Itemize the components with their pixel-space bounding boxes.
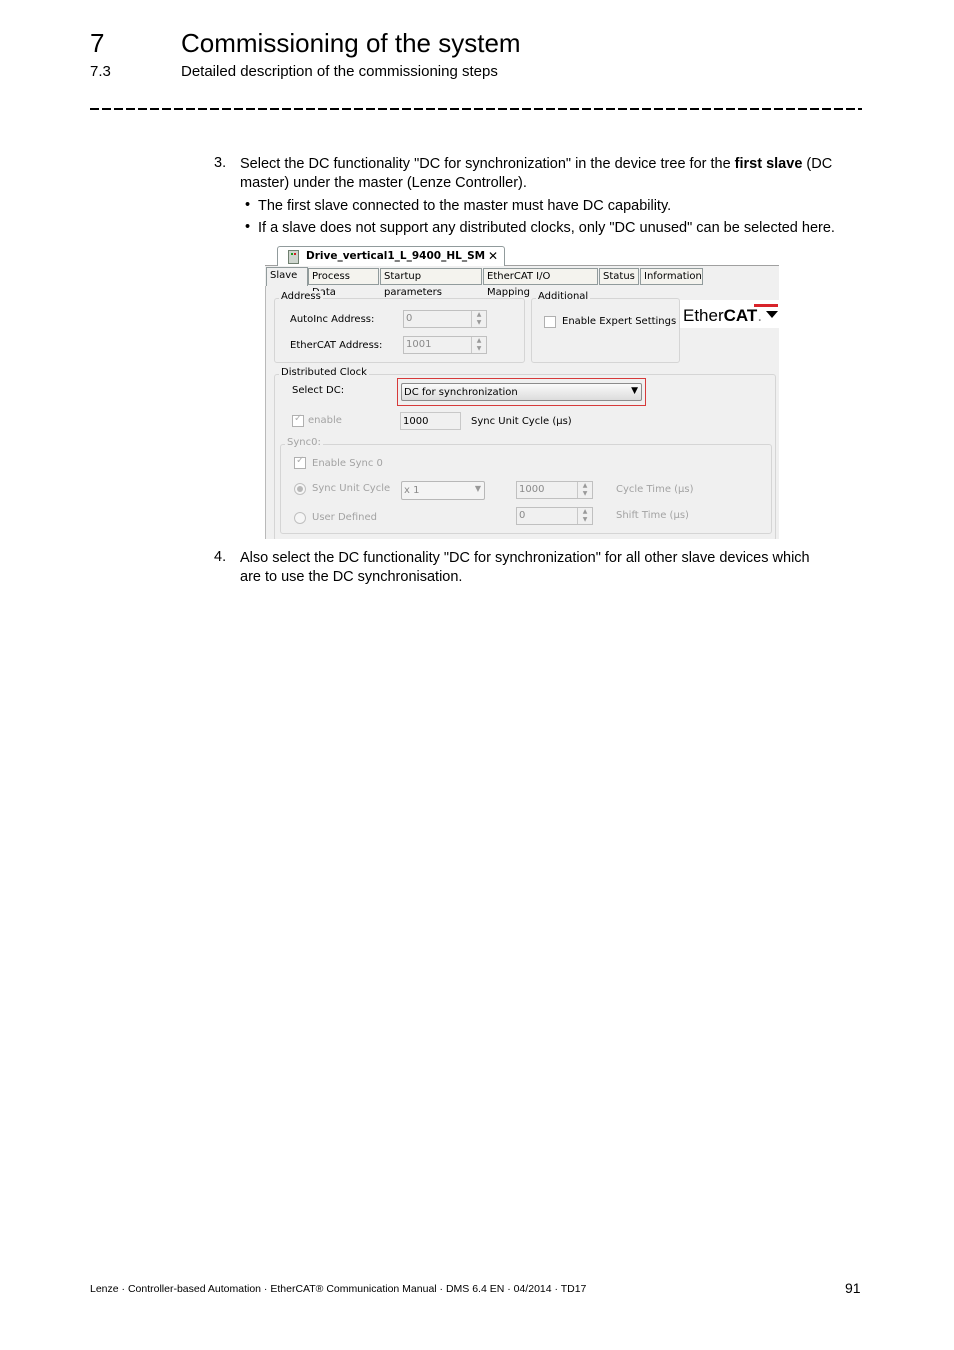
step-text-line2: master) under the master (Lenze Controll… xyxy=(240,175,527,191)
document-tab[interactable]: Drive_vertical1_L_9400_HL_SM ✕ xyxy=(277,246,505,266)
tab-process-data[interactable]: Process Data xyxy=(308,268,379,298)
ethercat-address-value: 1001 xyxy=(406,339,432,350)
device-editor-screenshot: Drive_vertical1_L_9400_HL_SM ✕ Slave Pro… xyxy=(265,245,779,539)
select-dc-dropdown[interactable]: DC for synchronization ▼ xyxy=(401,383,642,401)
sync-unit-cycle-input[interactable]: 1000 xyxy=(400,412,461,430)
bullet-icon: • xyxy=(245,197,251,213)
spin-down-icon[interactable]: ▼ xyxy=(472,345,486,353)
cycle-multiplier-dropdown[interactable]: x 1 ▼ xyxy=(401,481,485,500)
user-defined-radio[interactable] xyxy=(294,512,306,524)
tab-ethercat-io-mapping[interactable]: EtherCAT I/O Mapping xyxy=(483,268,598,298)
address-group-label: Address xyxy=(279,291,323,302)
step-text-bold: first slave xyxy=(734,156,803,172)
select-dc-highlight: DC for synchronization ▼ xyxy=(397,378,646,406)
device-icon xyxy=(288,250,299,264)
user-defined-label: User Defined xyxy=(312,512,377,523)
chevron-down-icon: ▼ xyxy=(474,484,481,493)
spin-up-icon[interactable]: ▲ xyxy=(578,482,592,490)
shift-time-value: 0 xyxy=(519,510,526,521)
ethercat-logo-text: EtherCAT. xyxy=(683,306,763,325)
autoinc-address-spinner[interactable]: 0 ▲ ▼ xyxy=(403,310,487,328)
slave-tab-panel: Address AutoInc Address: 0 ▲ ▼ EtherCAT A… xyxy=(265,286,779,539)
shift-time-label: Shift Time (µs) xyxy=(616,510,689,521)
step-number: 3. xyxy=(214,155,227,171)
chevron-down-icon: ▼ xyxy=(631,386,638,396)
enable-sync0-checkbox[interactable] xyxy=(294,455,306,469)
cycle-time-spinner[interactable]: 1000 ▲ ▼ xyxy=(516,481,593,499)
page-number: 91 xyxy=(845,1280,861,1296)
tab-startup-parameters[interactable]: Startup parameters xyxy=(380,268,482,298)
step-number: 4. xyxy=(214,549,227,565)
step-text-line2: are to use the DC synchronisation. xyxy=(240,569,463,585)
chapter-number: 7 xyxy=(90,28,105,58)
spin-down-icon[interactable]: ▼ xyxy=(578,516,592,524)
logo-arrow-icon xyxy=(754,304,778,307)
address-group xyxy=(274,298,525,363)
shift-time-spinner[interactable]: 0 ▲ ▼ xyxy=(516,507,593,525)
tab-information[interactable]: Information xyxy=(640,268,703,285)
step-text-part: (DC xyxy=(802,156,833,172)
step-text: Select the DC functionality "DC for sync… xyxy=(240,155,880,174)
cycle-time-value: 1000 xyxy=(519,484,545,495)
document-tab-bar: Drive_vertical1_L_9400_HL_SM ✕ xyxy=(265,245,779,266)
ethercat-address-spinner[interactable]: 1001 ▲ ▼ xyxy=(403,336,487,354)
ethercat-address-label: EtherCAT Address: xyxy=(290,340,383,351)
sync-unit-cycle-value: 1000 xyxy=(403,416,429,427)
bullet-text: The first slave connected to the master … xyxy=(258,198,672,214)
dc-enable-checkbox[interactable] xyxy=(292,413,304,427)
close-icon[interactable]: ✕ xyxy=(488,249,498,263)
select-dc-label: Select DC: xyxy=(292,385,345,396)
sync-unit-cycle-label: Sync Unit Cycle (µs) xyxy=(471,416,572,427)
spin-up-icon[interactable]: ▲ xyxy=(578,508,592,516)
spin-down-icon[interactable]: ▼ xyxy=(578,490,592,498)
footer-text: Lenze · Controller-based Automation · Et… xyxy=(90,1283,587,1295)
enable-expert-settings-label: Enable Expert Settings xyxy=(562,316,677,327)
tab-slave[interactable]: Slave xyxy=(266,267,308,286)
sync-unit-cycle-radio-label: Sync Unit Cycle xyxy=(312,483,391,494)
section-number: 7.3 xyxy=(90,63,111,80)
section-title: Detailed description of the commissionin… xyxy=(181,63,498,80)
additional-group-label: Additional xyxy=(536,291,591,302)
bullet-text: If a slave does not support any distribu… xyxy=(258,220,835,236)
tab-status[interactable]: Status xyxy=(599,268,639,285)
spin-up-icon[interactable]: ▲ xyxy=(472,311,486,319)
step-text-part: Select the DC functionality "DC for sync… xyxy=(240,156,735,172)
additional-group xyxy=(531,298,680,363)
sync-unit-cycle-radio[interactable] xyxy=(294,483,306,495)
step-text: Also select the DC functionality "DC for… xyxy=(240,550,810,566)
dc-enable-label: enable xyxy=(308,415,342,426)
cycle-time-label: Cycle Time (µs) xyxy=(616,484,694,495)
bullet-icon: • xyxy=(245,219,251,235)
spin-down-icon[interactable]: ▼ xyxy=(472,319,486,327)
autoinc-address-value: 0 xyxy=(406,313,413,324)
ethercat-logo: EtherCAT. xyxy=(680,300,779,328)
sync0-label: Sync0: xyxy=(285,437,323,448)
chapter-title: Commissioning of the system xyxy=(181,28,521,58)
enable-expert-settings-checkbox[interactable] xyxy=(544,316,556,328)
cycle-multiplier-value: x 1 xyxy=(404,485,420,496)
logo-arrowhead-icon xyxy=(766,311,778,318)
select-dc-value: DC for synchronization xyxy=(404,387,518,398)
autoinc-address-label: AutoInc Address: xyxy=(290,314,375,325)
spin-up-icon[interactable]: ▲ xyxy=(472,337,486,345)
header-divider xyxy=(90,108,862,110)
enable-sync0-label: Enable Sync 0 xyxy=(312,458,383,469)
distributed-clock-label: Distributed Clock xyxy=(279,367,369,378)
document-tab-title: Drive_vertical1_L_9400_HL_SM xyxy=(306,250,486,262)
